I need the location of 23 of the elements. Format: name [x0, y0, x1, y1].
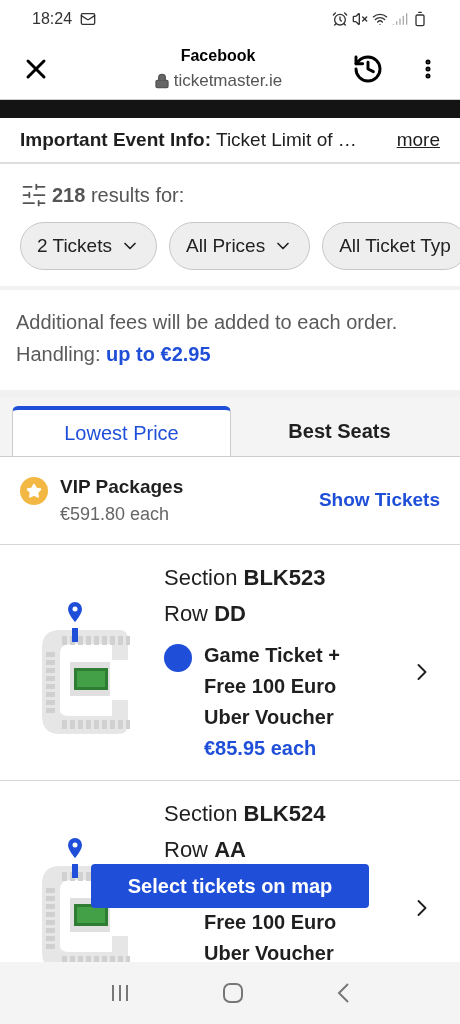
- ticket-description: Game Ticket + Free 100 Euro Uber Voucher: [204, 643, 341, 730]
- section-label: Section BLK524: [164, 800, 327, 828]
- results-count: 218 results for:: [52, 183, 185, 208]
- filter-chip[interactable]: All Ticket Typ: [322, 222, 460, 270]
- sort-tab[interactable]: Lowest Price: [12, 406, 231, 456]
- filter-chip[interactable]: All Prices: [169, 222, 311, 270]
- row-label: Row DD: [164, 600, 247, 628]
- sort-tab[interactable]: Best Seats: [231, 406, 448, 456]
- notice-text: Important Event Info: Ticket Limit of …: [20, 127, 357, 152]
- page-title: Facebook: [180, 45, 256, 66]
- vip-title: VIP Packages: [60, 474, 185, 499]
- select-on-map-button[interactable]: Select tickets on map: [91, 864, 369, 908]
- fees-text: Additional fees will be added to each order. Handling: up to €2.95: [16, 310, 399, 367]
- row-label: Row AA: [164, 836, 247, 864]
- show-tickets-link[interactable]: Show Tickets: [318, 486, 440, 515]
- section-label: Section BLK523: [164, 564, 327, 592]
- more-link[interactable]: more: [396, 125, 440, 155]
- ticket-description: Free 100 Euro Uber Voucher: [204, 910, 338, 962]
- ticket-price: €85.95 each: [204, 736, 318, 761]
- status-time: 18:24: [32, 9, 73, 29]
- vip-price: €591.80 each: [60, 503, 171, 527]
- url-text: ticketmaster.ie: [173, 69, 283, 92]
- filter-chip[interactable]: 2 Tickets: [20, 222, 157, 270]
